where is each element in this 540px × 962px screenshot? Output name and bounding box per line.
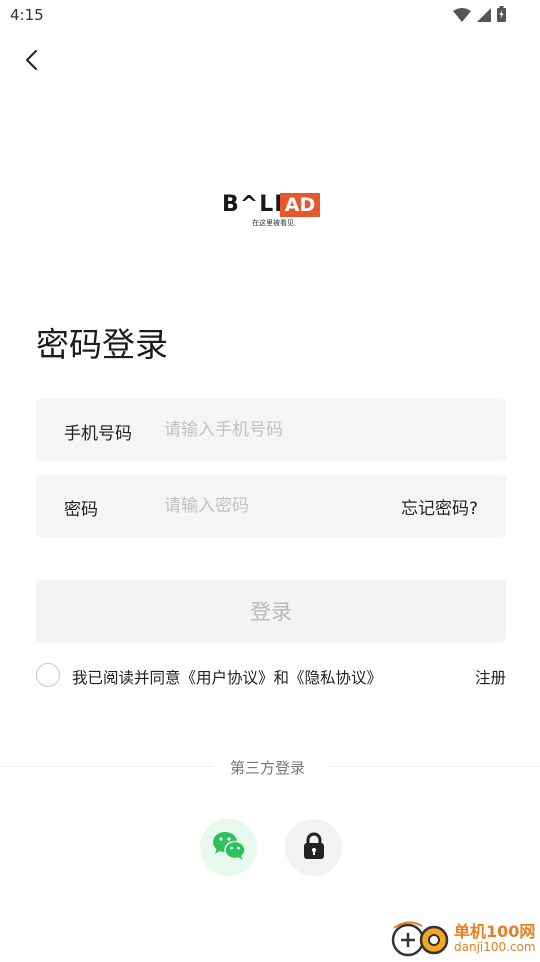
password-label: 密码 (64, 500, 98, 520)
watermark-logo-icon (390, 918, 450, 962)
page-title: 密码登录 (36, 325, 168, 364)
lock-icon (302, 832, 326, 864)
phone-field-row: 手机号码 (36, 399, 506, 461)
phone-label: 手机号码 (64, 424, 132, 444)
battery-icon (497, 6, 506, 26)
watermark: 单机100网 danji100.com (390, 916, 540, 960)
password-field-row: 密码 忘记密码? (36, 475, 506, 537)
chevron-left-icon (24, 49, 38, 75)
third-party-label: 第三方登录 (230, 759, 306, 777)
agreement-text[interactable]: 我已阅读并同意《用户协议》和《隐私协议》 (72, 666, 382, 688)
phone-input[interactable] (164, 415, 384, 445)
login-button[interactable]: 登录 (36, 580, 506, 642)
agreement-checkbox[interactable] (36, 663, 60, 687)
wechat-icon (212, 831, 246, 865)
forgot-password-link[interactable]: 忘记密码? (401, 494, 478, 519)
app-logo: B^LE AD 在这里被看见 (222, 192, 322, 232)
wechat-login-button[interactable] (200, 819, 257, 876)
status-icons (453, 6, 506, 26)
divider-right (327, 766, 540, 767)
logo-tagline: 在这里被看见 (252, 219, 294, 227)
logo-ad: AD (280, 193, 320, 217)
wifi-icon (453, 7, 471, 26)
watermark-name: 单机100网 (454, 922, 536, 941)
signal-icon (477, 7, 491, 26)
status-time: 4:15 (10, 6, 44, 24)
back-button[interactable] (18, 48, 44, 76)
watermark-url: danji100.com (454, 940, 536, 954)
password-input[interactable] (164, 491, 384, 521)
divider-left (0, 766, 214, 767)
lock-login-button[interactable] (285, 819, 342, 876)
register-link[interactable]: 注册 (475, 666, 506, 688)
